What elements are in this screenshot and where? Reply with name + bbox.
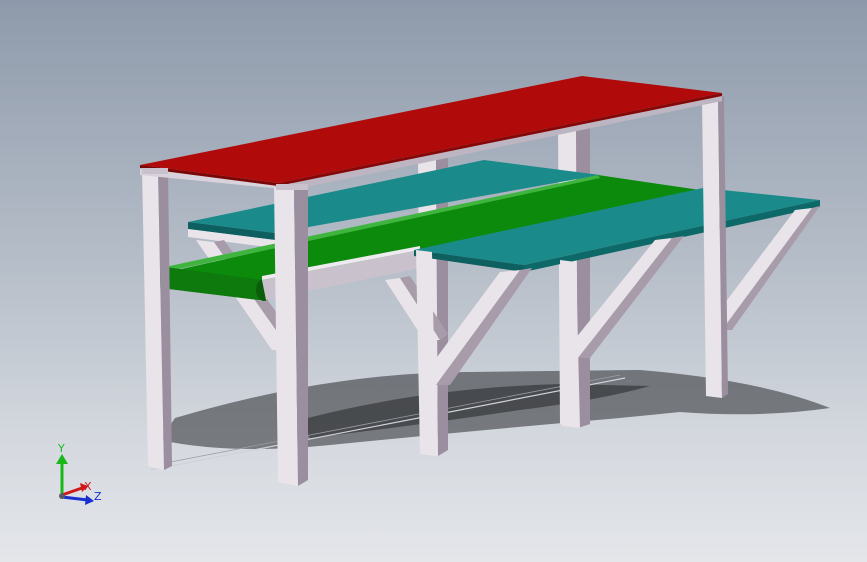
right-bracket-1-side	[436, 268, 532, 385]
watermark-text: …	[626, 376, 633, 384]
leg-cap-left	[142, 168, 168, 174]
x-axis-label: X	[84, 480, 92, 493]
y-axis-arrow-icon	[56, 454, 68, 464]
axis-triad[interactable]: Y X Z	[40, 440, 110, 510]
z-axis-line	[61, 495, 89, 502]
z-axis-label: Z	[94, 490, 102, 503]
model-scene[interactable]: …	[0, 0, 867, 562]
front-leg-2	[274, 184, 298, 486]
triad-origin	[59, 493, 65, 499]
leg-cap-2	[276, 184, 308, 190]
z-axis-arrow-icon	[85, 495, 94, 505]
cad-viewport[interactable]: … Y X Z	[0, 0, 867, 562]
y-axis-label: Y	[57, 442, 65, 455]
x-axis-line	[61, 486, 83, 497]
